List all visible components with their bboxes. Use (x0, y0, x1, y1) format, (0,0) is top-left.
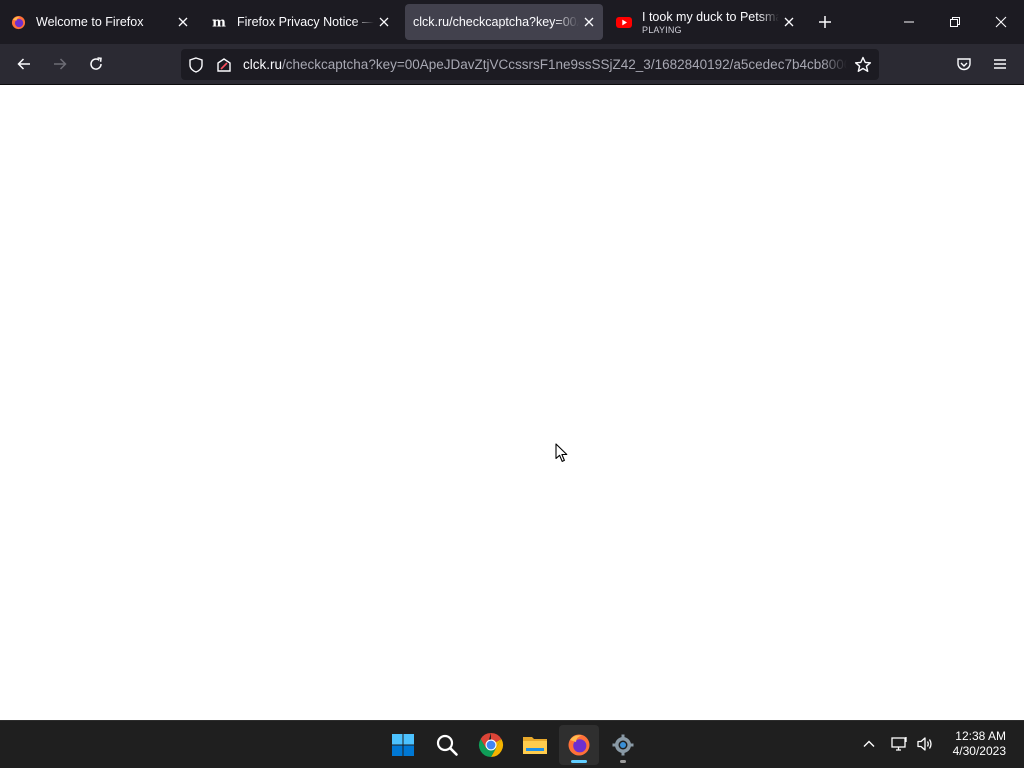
close-window-button[interactable] (978, 0, 1024, 44)
url-bar[interactable]: clck.ru/checkcaptcha?key=00ApeJDavZtjVCc… (181, 49, 879, 80)
close-tab-icon[interactable] (175, 14, 191, 30)
pocket-icon[interactable] (948, 48, 980, 80)
tab-title: clck.ru/checkcaptcha?key=00ApeJDavZtjVCc… (413, 15, 579, 29)
tab-firefox-privacy-notice[interactable]: m Firefox Privacy Notice — Mozilla (205, 4, 398, 40)
mouse-cursor-icon (555, 443, 569, 463)
close-tab-icon[interactable] (376, 14, 392, 30)
settings-icon[interactable] (603, 725, 643, 765)
tab-welcome-to-firefox[interactable]: Welcome to Firefox (4, 4, 197, 40)
running-app-indicator (620, 760, 626, 763)
show-hidden-icons-chevron-up-icon[interactable] (858, 733, 880, 755)
firefox-icon (10, 14, 26, 30)
restore-button[interactable] (932, 0, 978, 44)
active-app-indicator (571, 760, 587, 763)
reload-button[interactable] (80, 48, 112, 80)
system-clock[interactable]: 12:38 AM 4/30/2023 (936, 729, 1006, 759)
clock-date: 4/30/2023 (952, 744, 1006, 758)
url-path: /checkcaptcha?key=00ApeJDavZtjVCcssrsF1n… (282, 57, 847, 72)
volume-icon[interactable] (914, 733, 936, 755)
forward-button[interactable] (44, 48, 76, 80)
minimize-button[interactable] (886, 0, 932, 44)
page-info-icon[interactable] (215, 56, 233, 74)
chrome-icon[interactable] (471, 725, 511, 765)
back-button[interactable] (8, 48, 40, 80)
url-text[interactable]: clck.ru/checkcaptcha?key=00ApeJDavZtjVCc… (243, 49, 847, 80)
navigation-toolbar: clck.ru/checkcaptcha?key=00ApeJDavZtjVCc… (0, 44, 1024, 85)
close-tab-icon[interactable] (581, 14, 597, 30)
clock-time: 12:38 AM (955, 729, 1006, 743)
tab-youtube-duck-video[interactable]: I took my duck to Petsmart PLAYING (610, 4, 803, 40)
new-tab-button[interactable] (813, 10, 837, 34)
tab-clck-ru-checkcaptcha[interactable]: clck.ru/checkcaptcha?key=00ApeJDavZtjVCc… (405, 4, 603, 40)
file-explorer-icon[interactable] (515, 725, 555, 765)
mozilla-m-icon: m (211, 14, 227, 30)
close-tab-icon[interactable] (781, 14, 797, 30)
windows-start-icon[interactable] (383, 725, 423, 765)
tracking-protection-shield-icon[interactable] (187, 56, 205, 74)
tab-playing-label: PLAYING (642, 24, 682, 35)
windows-taskbar: 12:38 AM 4/30/2023 (0, 720, 1024, 768)
search-icon[interactable] (427, 725, 467, 765)
tab-title: Firefox Privacy Notice — Mozilla (237, 15, 374, 29)
firefox-taskbar-icon[interactable] (559, 725, 599, 765)
network-icon[interactable] (889, 733, 911, 755)
tab-title: Welcome to Firefox (36, 15, 144, 29)
page-content-blank[interactable] (0, 85, 1024, 720)
url-domain: clck.ru (243, 57, 283, 72)
app-menu-hamburger-icon[interactable] (984, 48, 1016, 80)
tab-title: I took my duck to Petsmart (642, 9, 779, 24)
tab-strip: Welcome to Firefox m Firefox Privacy Not… (0, 0, 1024, 44)
youtube-icon (616, 14, 632, 30)
svg-text:m: m (212, 16, 226, 31)
bookmark-star-icon[interactable] (853, 55, 873, 75)
